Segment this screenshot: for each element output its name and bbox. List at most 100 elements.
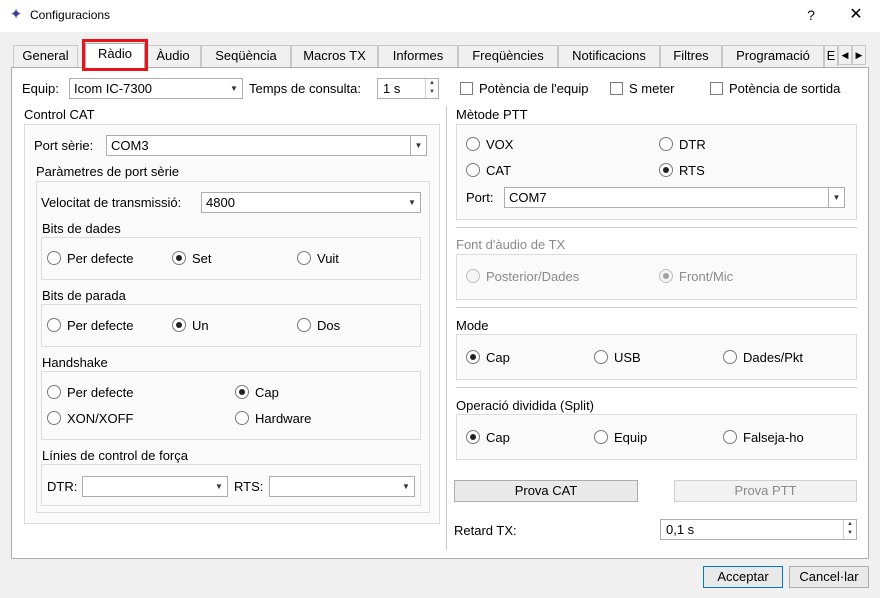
poll-interval-label: Temps de consulta: (249, 81, 362, 96)
data-bits-seven-radio[interactable] (172, 251, 186, 265)
equip-label: Equip: (22, 81, 59, 96)
handshake-group (41, 371, 421, 440)
output-power-label: Potència de sortida (729, 81, 841, 96)
chevron-down-icon: ▼ (402, 482, 410, 491)
baud-rate-select[interactable]: 4800 ▼ (201, 192, 421, 213)
handshake-xonxoff-radio[interactable] (47, 411, 61, 425)
stop-bits-one-radio[interactable] (172, 318, 186, 332)
stop-bits-default-radio[interactable] (47, 318, 61, 332)
split-none-radio[interactable] (466, 430, 480, 444)
ptt-port-label: Port: (466, 190, 494, 205)
tx-audio-rear-label: Posterior/Dades (486, 269, 580, 284)
data-bits-seven-label: Set (192, 251, 212, 266)
split-rig-label: Equip (614, 430, 648, 445)
cancel-button[interactable]: Cancel·lar (789, 566, 869, 588)
rts-select[interactable]: ▼ (269, 476, 415, 497)
tab-highlight-box (82, 39, 148, 71)
rts-label: RTS: (234, 479, 264, 494)
handshake-hardware-radio[interactable] (235, 411, 249, 425)
spin-arrows-icon[interactable]: ▲ ▼ (843, 520, 856, 539)
ptt-cat-radio[interactable] (466, 163, 480, 177)
test-ptt-button[interactable]: Prova PTT (674, 480, 857, 502)
mode-usb-label: USB (614, 350, 641, 365)
smeter-label: S meter (629, 81, 675, 96)
handshake-hardware-label: Hardware (255, 411, 312, 426)
tab-notificacions[interactable]: Notificacions (558, 45, 660, 67)
settings-star-icon: ✦ (9, 6, 23, 23)
serial-port-label: Port sèrie: (34, 138, 94, 153)
stop-bits-one-label: Un (192, 318, 209, 333)
tab-programacio[interactable]: Programació (722, 45, 824, 67)
data-bits-default-radio[interactable] (47, 251, 61, 265)
spin-arrows-icon[interactable]: ▲ ▼ (425, 79, 438, 98)
tab-macros-tx[interactable]: Macros TX (291, 45, 378, 67)
mode-datapkt-radio[interactable] (723, 350, 737, 364)
stop-bits-two-radio[interactable] (297, 318, 311, 332)
dtr-select[interactable]: ▼ (82, 476, 228, 497)
mode-none-label: Cap (486, 350, 510, 365)
handshake-xonxoff-label: XON/XOFF (67, 411, 134, 426)
tab-pane-radio: Equip: Icom IC-7300 ▼ Temps de consulta:… (11, 67, 869, 559)
tx-audio-front-radio[interactable] (659, 269, 673, 283)
chevron-down-icon: ▼ (408, 198, 416, 207)
tx-audio-front-label: Front/Mic (679, 269, 734, 284)
divider (456, 387, 857, 388)
smeter-checkbox[interactable] (610, 82, 623, 95)
ptt-dtr-radio[interactable] (659, 137, 673, 151)
ptt-vox-radio[interactable] (466, 137, 480, 151)
split-none-label: Cap (486, 430, 510, 445)
handshake-title: Handshake (42, 355, 108, 370)
divider (456, 307, 857, 308)
split-fake-radio[interactable] (723, 430, 737, 444)
serial-params-title: Paràmetres de port sèrie (36, 164, 180, 179)
equip-select[interactable]: Icom IC-7300 ▼ (69, 78, 243, 99)
stop-bits-title: Bits de parada (42, 288, 126, 303)
close-button[interactable]: ✕ (842, 4, 870, 26)
title-bar: ✦ Configuracions ? ✕ (0, 0, 880, 32)
force-lines-title: Línies de control de força (42, 448, 188, 463)
accept-button[interactable]: Acceptar (703, 566, 783, 588)
ptt-port-select[interactable]: COM7 ▼ (504, 187, 845, 208)
split-title: Operació dividida (Split) (456, 398, 595, 413)
ptt-rts-radio[interactable] (659, 163, 673, 177)
split-rig-radio[interactable] (594, 430, 608, 444)
tab-audio[interactable]: Àudio (145, 45, 201, 67)
tx-audio-title: Font d'àudio de TX (456, 237, 566, 252)
ptt-vox-label: VOX (486, 137, 514, 152)
mode-usb-radio[interactable] (594, 350, 608, 364)
tab-frequencies[interactable]: Freqüències (458, 45, 558, 67)
tx-delay-spinbox[interactable]: 0,1 s ▲ ▼ (660, 519, 857, 540)
data-bits-eight-radio[interactable] (297, 251, 311, 265)
handshake-default-label: Per defecte (67, 385, 134, 400)
tx-audio-rear-radio[interactable] (466, 269, 480, 283)
window-title: Configuracions (30, 8, 111, 22)
output-power-checkbox[interactable] (710, 82, 723, 95)
test-cat-button[interactable]: Prova CAT (454, 480, 638, 502)
tx-delay-label: Retard TX: (454, 523, 517, 538)
data-bits-eight-label: Vuit (317, 251, 339, 266)
ptt-rts-label: RTS (679, 163, 705, 178)
poll-interval-spinbox[interactable]: 1 s ▲ ▼ (377, 78, 439, 99)
handshake-default-radio[interactable] (47, 385, 61, 399)
handshake-none-radio[interactable] (235, 385, 249, 399)
help-button[interactable]: ? (800, 4, 822, 26)
serial-port-select[interactable]: COM3 ▼ (106, 135, 427, 156)
tab-sequence[interactable]: Seqüència (201, 45, 291, 67)
tab-partial[interactable]: E (824, 45, 838, 67)
tab-general[interactable]: General (13, 45, 78, 67)
mode-none-radio[interactable] (466, 350, 480, 364)
chevron-down-icon: ▼ (828, 188, 844, 207)
chevron-down-icon: ▼ (215, 482, 223, 491)
tab-filtres[interactable]: Filtres (660, 45, 722, 67)
rig-power-label: Potència de l'equip (479, 81, 589, 96)
tab-scroll-right-icon[interactable]: ▶ (852, 45, 866, 65)
stop-bits-default-label: Per defecte (67, 318, 134, 333)
data-bits-title: Bits de dades (42, 221, 121, 236)
tab-scroll-left-icon[interactable]: ◀ (838, 45, 852, 65)
tab-informes[interactable]: Informes (378, 45, 458, 67)
mode-title: Mode (456, 318, 489, 333)
ptt-cat-label: CAT (486, 163, 512, 178)
rig-power-checkbox[interactable] (460, 82, 473, 95)
chevron-down-icon: ▼ (410, 136, 426, 155)
cat-control-title: Control CAT (24, 107, 95, 122)
